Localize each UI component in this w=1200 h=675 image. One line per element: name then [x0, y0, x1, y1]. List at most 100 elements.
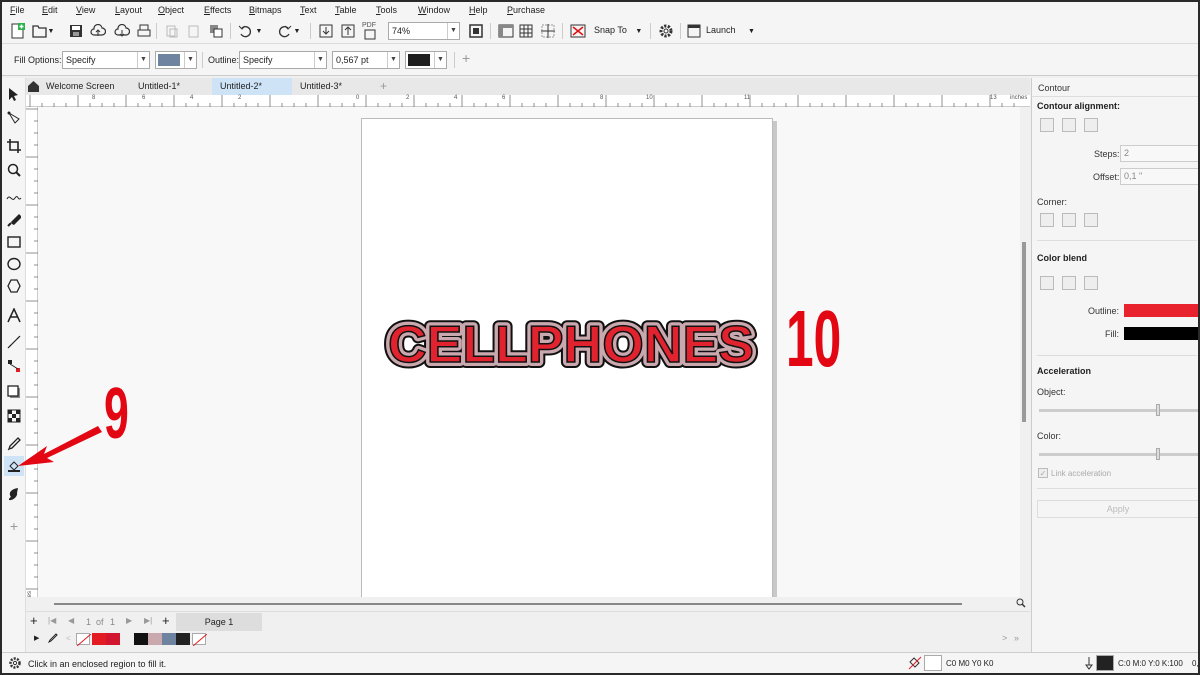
- menu-help[interactable]: Help: [469, 2, 488, 18]
- linear-blend-icon[interactable]: [1040, 276, 1054, 290]
- fill-color-picker[interactable]: ▼: [155, 51, 197, 69]
- menu-text[interactable]: Text: [300, 2, 317, 18]
- freehand-tool-icon[interactable]: [4, 188, 24, 208]
- next-page-icon[interactable]: ▶: [126, 616, 132, 625]
- gear-icon[interactable]: [656, 21, 676, 41]
- palette-swatch[interactable]: [176, 633, 190, 645]
- launch-icon[interactable]: [684, 21, 704, 41]
- menu-bitmaps[interactable]: Bitmaps: [249, 2, 282, 18]
- link-acceleration-checkbox[interactable]: ✓: [1038, 468, 1048, 478]
- offset-input[interactable]: 0,1 ": [1120, 168, 1199, 185]
- open-dropdown-icon[interactable]: ▼: [46, 21, 56, 41]
- parallel-dimension-icon[interactable]: [4, 332, 24, 352]
- first-page-icon[interactable]: |◀: [48, 616, 56, 625]
- interactive-fill-icon[interactable]: [4, 484, 24, 504]
- import-icon[interactable]: [316, 21, 336, 41]
- drop-shadow-icon[interactable]: [4, 382, 24, 402]
- chevron-down-icon[interactable]: ▼: [137, 52, 149, 68]
- redo-dropdown-icon[interactable]: ▼: [292, 21, 302, 41]
- palette-swatch[interactable]: [162, 633, 176, 645]
- show-guidelines-icon[interactable]: [538, 21, 558, 41]
- menu-effects[interactable]: Effects: [204, 2, 231, 18]
- palette-expand-icon[interactable]: ▶: [34, 634, 39, 642]
- menu-layout[interactable]: Layout: [115, 2, 142, 18]
- cellphones-artwork[interactable]: CELLPHONES CELLPHONES CELLPHONES: [382, 302, 772, 382]
- menu-purchase[interactable]: Purchase: [507, 2, 545, 18]
- add-page-after-icon[interactable]: +: [162, 613, 170, 628]
- tab-welcome-screen[interactable]: Welcome Screen: [38, 78, 130, 95]
- bevel-corner-icon[interactable]: [1084, 213, 1098, 227]
- new-tab-icon[interactable]: +: [372, 78, 392, 95]
- gear-icon[interactable]: [8, 656, 22, 672]
- undo-icon[interactable]: [236, 21, 256, 41]
- chevron-down-icon[interactable]: ▼: [447, 23, 459, 39]
- full-screen-icon[interactable]: [466, 21, 486, 41]
- outline-color-picker[interactable]: ▼: [405, 51, 447, 69]
- menu-edit[interactable]: Edit: [42, 2, 58, 18]
- export-icon[interactable]: [338, 21, 358, 41]
- chevron-down-icon[interactable]: ▼: [184, 52, 196, 68]
- horizontal-scroll-thumb[interactable]: [54, 603, 962, 605]
- blend-fill-color[interactable]: [1124, 327, 1199, 340]
- connector-tool-icon[interactable]: [4, 356, 24, 376]
- palette-swatch[interactable]: [106, 633, 120, 645]
- drawing-canvas[interactable]: CELLPHONES CELLPHONES CELLPHONES 10: [38, 107, 1020, 597]
- show-grid-icon[interactable]: [516, 21, 536, 41]
- shape-tool-icon[interactable]: [4, 108, 24, 128]
- outline-width-select[interactable]: 0,567 pt ▼: [332, 51, 400, 69]
- outline-style-select[interactable]: Specify ▼: [239, 51, 327, 69]
- outline-status-swatch[interactable]: [1096, 655, 1114, 671]
- menu-file[interactable]: File: [10, 2, 25, 18]
- steps-input[interactable]: 2: [1120, 145, 1199, 162]
- menu-tools[interactable]: Tools: [376, 2, 397, 18]
- eyedropper-icon[interactable]: [47, 633, 58, 647]
- tab-untitled-1[interactable]: Untitled-1*: [130, 78, 210, 95]
- palette-swatch[interactable]: [148, 633, 162, 645]
- publish-pdf-icon[interactable]: PDF: [360, 21, 380, 41]
- no-fill-swatch[interactable]: [76, 633, 92, 647]
- new-document-icon[interactable]: [8, 21, 28, 41]
- horizontal-ruler[interactable]: 8 6 4 2 0 2 4 6 8 10 11 13 inches: [26, 95, 1030, 107]
- fill-status-swatch[interactable]: [924, 655, 942, 671]
- palette-scroll-right-icon[interactable]: >: [1002, 633, 1007, 643]
- chevron-down-icon[interactable]: ▼: [387, 52, 399, 68]
- crop-tool-icon[interactable]: [4, 136, 24, 156]
- vertical-scrollbar[interactable]: [1020, 107, 1030, 597]
- color-acceleration-thumb[interactable]: [1156, 448, 1160, 460]
- cloud-download-icon[interactable]: [112, 21, 132, 41]
- palette-scroll-left-icon[interactable]: <: [66, 634, 71, 643]
- mitered-corner-icon[interactable]: [1040, 213, 1054, 227]
- ellipse-tool-icon[interactable]: [4, 254, 24, 274]
- customize-toolbox-icon[interactable]: +: [4, 516, 24, 536]
- text-tool-icon[interactable]: [4, 306, 24, 326]
- zoom-fit-icon[interactable]: [1016, 598, 1026, 610]
- fill-options-select[interactable]: Specify ▼: [62, 51, 150, 69]
- zoom-tool-icon[interactable]: [4, 160, 24, 180]
- add-icon[interactable]: +: [462, 50, 470, 66]
- artistic-media-icon[interactable]: [4, 210, 24, 230]
- launch-dropdown[interactable]: Launch ▼: [706, 25, 755, 35]
- menu-object[interactable]: Object: [158, 2, 184, 18]
- tab-untitled-3[interactable]: Untitled-3*: [292, 78, 372, 95]
- chevron-down-icon[interactable]: ▼: [434, 52, 446, 68]
- object-acceleration-slider[interactable]: [1039, 409, 1199, 412]
- menu-window[interactable]: Window: [418, 2, 450, 18]
- show-rulers-icon[interactable]: [496, 21, 516, 41]
- paste-icon[interactable]: [184, 21, 204, 41]
- palette-swatch[interactable]: [134, 633, 148, 645]
- palette-more-icon[interactable]: »: [1014, 633, 1019, 643]
- horizontal-scrollbar[interactable]: [26, 597, 1030, 611]
- clockwise-blend-icon[interactable]: [1062, 276, 1076, 290]
- inside-contour-icon[interactable]: [1062, 118, 1076, 132]
- apply-button[interactable]: Apply: [1037, 500, 1199, 518]
- rectangle-tool-icon[interactable]: [4, 232, 24, 252]
- copy-properties-icon[interactable]: [206, 21, 226, 41]
- chevron-down-icon[interactable]: ▼: [314, 52, 326, 68]
- redo-icon[interactable]: [274, 21, 294, 41]
- snap-off-icon[interactable]: [568, 21, 588, 41]
- counterclockwise-blend-icon[interactable]: [1084, 276, 1098, 290]
- polygon-tool-icon[interactable]: [4, 276, 24, 296]
- add-page-before-icon[interactable]: +: [30, 613, 38, 628]
- zoom-combo[interactable]: 74% ▼: [388, 22, 460, 40]
- previous-page-icon[interactable]: ◀: [68, 616, 74, 625]
